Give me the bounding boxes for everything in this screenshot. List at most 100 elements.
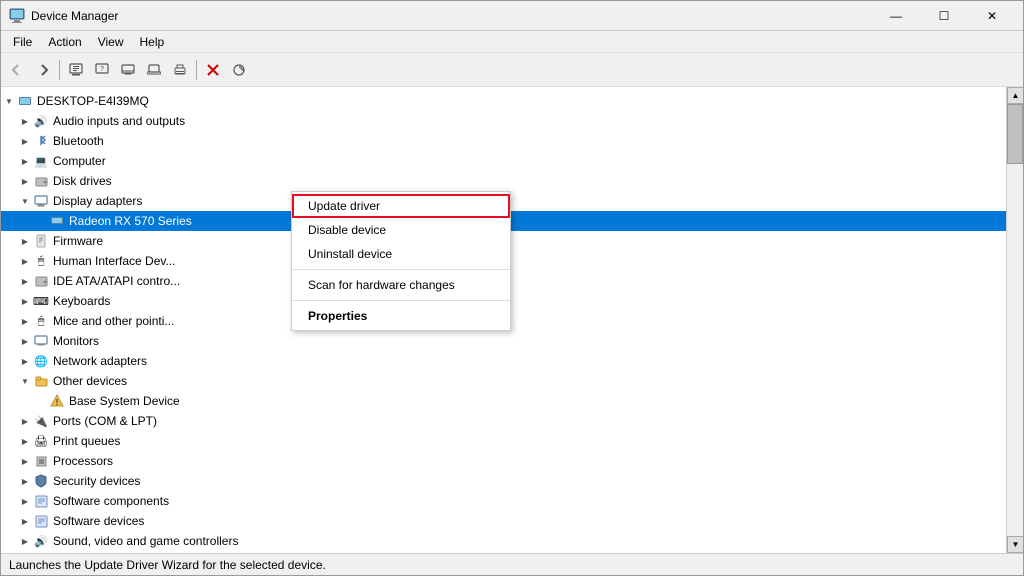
monitors-label: Monitors: [53, 334, 99, 348]
scan-toolbar-button[interactable]: [227, 58, 251, 82]
status-bar: Launches the Update Driver Wizard for th…: [1, 553, 1023, 575]
menu-bar: File Action View Help: [1, 31, 1023, 53]
expand-icon[interactable]: ▶: [17, 451, 33, 471]
toolbar-sep2: [196, 60, 197, 80]
properties-toolbar-button[interactable]: [64, 58, 88, 82]
back-button[interactable]: [5, 58, 29, 82]
window-controls: — ☐ ✕: [873, 1, 1015, 31]
context-menu-properties[interactable]: Properties: [292, 304, 510, 328]
context-menu-update-driver[interactable]: Update driver: [292, 194, 510, 218]
svg-text:!: !: [56, 398, 59, 407]
scroll-down-button[interactable]: ▼: [1007, 536, 1023, 553]
keyboards-label: Keyboards: [53, 294, 110, 308]
title-bar: Device Manager — ☐ ✕: [1, 1, 1023, 31]
tree-item-ports[interactable]: ▶ 🔌 Ports (COM & LPT): [1, 411, 1006, 431]
delete-toolbar-button[interactable]: [201, 58, 225, 82]
tree-item-network[interactable]: ▶ 🌐 Network adapters: [1, 351, 1006, 371]
tree-root[interactable]: ▼ DESKTOP-E4I39MQ: [1, 91, 1006, 111]
update-driver-toolbar-button[interactable]: ?: [90, 58, 114, 82]
ports-label: Ports (COM & LPT): [53, 414, 157, 428]
expand-icon[interactable]: ▶: [17, 291, 33, 311]
expand-icon[interactable]: ▶: [17, 111, 33, 131]
scrollbar[interactable]: ▲ ▼: [1006, 87, 1023, 553]
properties-label: Properties: [308, 309, 367, 323]
softwarecomp-icon: [33, 493, 49, 509]
content-area: ▼ DESKTOP-E4I39MQ ▶ 🔊 Audio inputs and o…: [1, 87, 1023, 553]
disable-device-label: Disable device: [308, 223, 386, 237]
expand-icon[interactable]: ▶: [17, 251, 33, 271]
uninstall-device-label: Uninstall device: [308, 247, 392, 261]
expand-icon[interactable]: [33, 211, 49, 231]
expand-icon[interactable]: ▶: [17, 131, 33, 151]
context-menu-sep1: [292, 269, 510, 270]
expand-icon[interactable]: ▼: [17, 191, 33, 211]
other-icon: [33, 373, 49, 389]
root-expand-icon[interactable]: ▼: [1, 91, 17, 111]
monitors-icon: [33, 333, 49, 349]
tree-item-audio[interactable]: ▶ 🔊 Audio inputs and outputs: [1, 111, 1006, 131]
tree-item-basesystem[interactable]: ! Base System Device: [1, 391, 1006, 411]
expand-icon[interactable]: ▼: [17, 371, 33, 391]
expand-icon[interactable]: ▶: [17, 511, 33, 531]
expand-icon[interactable]: [33, 391, 49, 411]
tree-item-processors[interactable]: ▶ Processors: [1, 451, 1006, 471]
scrollbar-track[interactable]: [1007, 104, 1023, 536]
tree-item-bluetooth[interactable]: ▶ Bluetooth: [1, 131, 1006, 151]
screen-toolbar-button[interactable]: [116, 58, 140, 82]
tree-item-storage[interactable]: ▶ Storage controllers: [1, 551, 1006, 553]
expand-icon[interactable]: ▶: [17, 551, 33, 553]
expand-icon[interactable]: ▶: [17, 331, 33, 351]
expand-icon[interactable]: ▶: [17, 271, 33, 291]
network-label: Network adapters: [53, 354, 147, 368]
menu-file[interactable]: File: [5, 33, 40, 51]
keyboards-icon: ⌨: [33, 293, 49, 309]
expand-icon[interactable]: ▶: [17, 351, 33, 371]
disk-label: Disk drives: [53, 174, 112, 188]
tree-item-computer[interactable]: ▶ 💻 Computer: [1, 151, 1006, 171]
close-button[interactable]: ✕: [969, 1, 1015, 31]
forward-button[interactable]: [31, 58, 55, 82]
scrollbar-thumb[interactable]: [1007, 104, 1023, 164]
basesystem-icon: !: [49, 393, 65, 409]
expand-icon[interactable]: ▶: [17, 151, 33, 171]
context-menu-disable-device[interactable]: Disable device: [292, 218, 510, 242]
printer-toolbar-button[interactable]: [168, 58, 192, 82]
context-menu-uninstall-device[interactable]: Uninstall device: [292, 242, 510, 266]
bluetooth-icon: [33, 133, 49, 149]
security-icon: [33, 473, 49, 489]
scroll-up-button[interactable]: ▲: [1007, 87, 1023, 104]
basesystem-label: Base System Device: [69, 394, 180, 408]
menu-help[interactable]: Help: [132, 33, 173, 51]
expand-icon[interactable]: ▶: [17, 531, 33, 551]
expand-icon[interactable]: ▶: [17, 491, 33, 511]
ide-label: IDE ATA/ATAPI contro...: [53, 274, 180, 288]
tree-item-security[interactable]: ▶ Security devices: [1, 471, 1006, 491]
context-menu: Update driver Disable device Uninstall d…: [291, 191, 511, 331]
tree-item-monitors[interactable]: ▶ Monitors: [1, 331, 1006, 351]
security-label: Security devices: [53, 474, 140, 488]
toolbar-sep1: [59, 60, 60, 80]
expand-icon[interactable]: ▶: [17, 431, 33, 451]
tree-item-print[interactable]: ▶ 🖨 Print queues: [1, 431, 1006, 451]
tree-item-softwaredev[interactable]: ▶ Software devices: [1, 511, 1006, 531]
tree-item-disk[interactable]: ▶ Disk drives: [1, 171, 1006, 191]
expand-icon[interactable]: ▶: [17, 231, 33, 251]
context-menu-sep2: [292, 300, 510, 301]
expand-icon[interactable]: ▶: [17, 411, 33, 431]
expand-icon[interactable]: ▶: [17, 171, 33, 191]
tree-item-sound[interactable]: ▶ 🔊 Sound, video and game controllers: [1, 531, 1006, 551]
network-icon: 🌐: [33, 353, 49, 369]
menu-view[interactable]: View: [90, 33, 132, 51]
context-menu-scan[interactable]: Scan for hardware changes: [292, 273, 510, 297]
laptop-toolbar-button[interactable]: [142, 58, 166, 82]
maximize-button[interactable]: ☐: [921, 1, 967, 31]
tree-item-softwarecomp[interactable]: ▶ Software components: [1, 491, 1006, 511]
hid-label: Human Interface Dev...: [53, 254, 176, 268]
expand-icon[interactable]: ▶: [17, 311, 33, 331]
radeon-label: Radeon RX 570 Series: [69, 214, 192, 228]
minimize-button[interactable]: —: [873, 1, 919, 31]
expand-icon[interactable]: ▶: [17, 471, 33, 491]
tree-item-other[interactable]: ▼ Other devices: [1, 371, 1006, 391]
menu-action[interactable]: Action: [40, 33, 89, 51]
firmware-icon: [33, 233, 49, 249]
